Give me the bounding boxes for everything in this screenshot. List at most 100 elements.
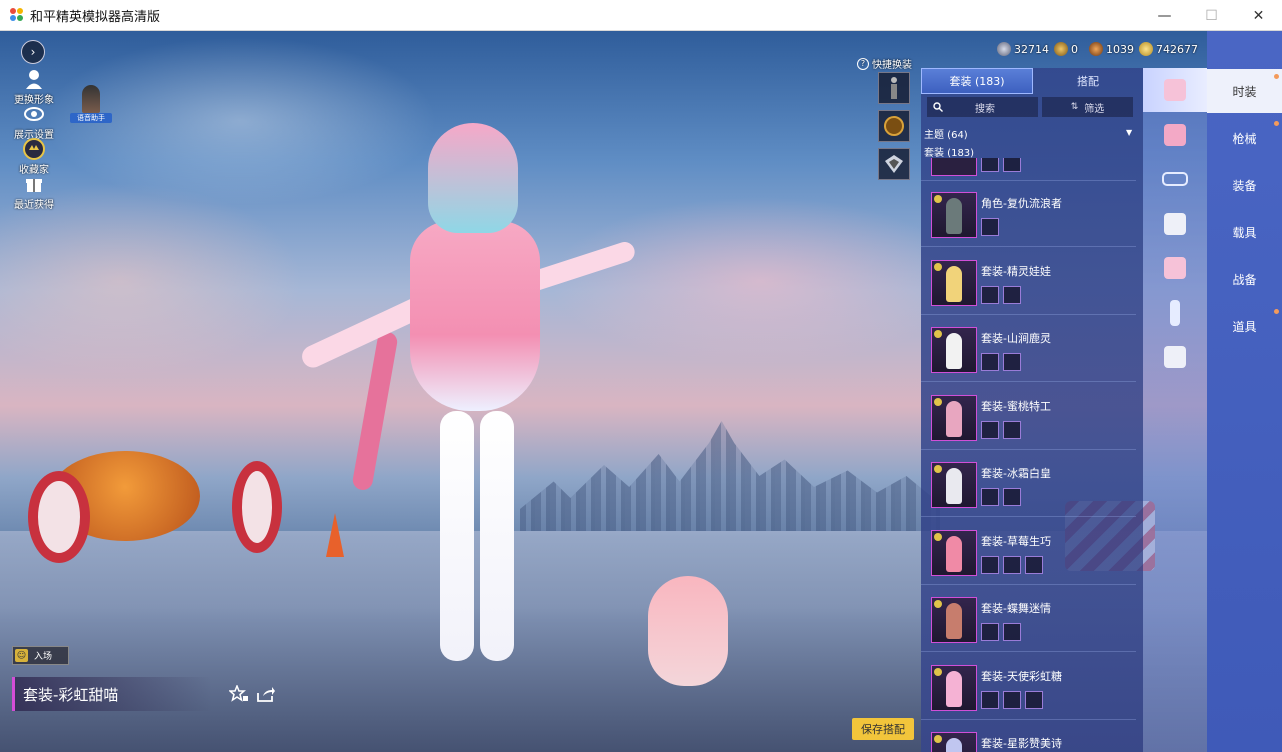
outfit-piece-icon[interactable] xyxy=(1025,690,1043,709)
quick-change-label[interactable]: ? 快捷换装 xyxy=(857,56,912,71)
list-item[interactable]: 套装-精灵娃娃 xyxy=(921,248,1136,315)
sub-category-item[interactable] xyxy=(1143,157,1207,201)
token-coin-icon xyxy=(1054,42,1068,56)
sub-category-item[interactable] xyxy=(1143,202,1207,246)
main-category-tab[interactable]: 时装 xyxy=(1207,69,1282,113)
smile-icon xyxy=(934,195,942,203)
smile-icon xyxy=(934,667,942,676)
outfit-pieces xyxy=(981,623,1021,641)
list-item[interactable]: 角色-复仇流浪者 xyxy=(921,180,1136,247)
sub-category-item[interactable] xyxy=(1143,68,1207,112)
main-category-label: 装备 xyxy=(1232,178,1257,193)
currency-bronze[interactable]: 1039 xyxy=(1089,40,1134,58)
currency-silver[interactable]: 32714 xyxy=(997,40,1049,58)
glasses-icon xyxy=(1162,172,1188,186)
list-item-partial[interactable] xyxy=(921,158,1136,181)
smile-icon xyxy=(934,262,942,271)
pet-companion[interactable] xyxy=(648,576,728,686)
filter-label: 筛选 xyxy=(1084,103,1105,115)
left-menu-change-appearance[interactable]: 更换形象 xyxy=(6,68,62,106)
category-outfits[interactable]: 套装 (183) xyxy=(924,144,974,159)
list-item[interactable]: 套装-冰霜白皇 xyxy=(921,450,1136,517)
sub-category-item[interactable] xyxy=(1143,335,1207,379)
category-theme[interactable]: 主题 (64) xyxy=(924,126,968,141)
outfit-piece-icon[interactable] xyxy=(1003,623,1021,641)
voice-assistant-button[interactable]: 语音助手 xyxy=(70,85,112,123)
tab-mix-match[interactable]: 搭配 xyxy=(1033,68,1143,94)
outfit-piece-icon[interactable] xyxy=(981,420,999,439)
currency-gold[interactable]: 742677 xyxy=(1139,40,1198,58)
outfit-name: 套装-蝶舞迷情 xyxy=(981,602,1051,615)
outfit-thumbnail xyxy=(931,327,977,373)
filter-button[interactable]: ⇅ 筛选 xyxy=(1042,97,1133,117)
tab-outfits[interactable]: 套装 (183) xyxy=(921,68,1033,94)
outfit-figure xyxy=(946,333,962,369)
outfit-piece-icon[interactable] xyxy=(1003,690,1021,709)
outfit-piece-icon[interactable] xyxy=(981,488,999,506)
currency-token[interactable]: 0 xyxy=(1054,40,1078,58)
main-category-tab[interactable]: 装备 xyxy=(1207,163,1282,207)
sub-category-item[interactable] xyxy=(1143,113,1207,157)
search-icon xyxy=(933,102,943,112)
entrance-badge[interactable]: ☺ 入场 xyxy=(12,646,69,665)
dropdown-arrow-icon[interactable]: ▼ xyxy=(1126,128,1132,137)
outfit-piece-icon[interactable] xyxy=(981,218,999,236)
search-input[interactable]: 搜索 xyxy=(927,97,1038,117)
outfit-piece-icon[interactable] xyxy=(1003,488,1021,506)
list-item[interactable]: 套装-蜜桃特工 xyxy=(921,383,1136,450)
favorite-button[interactable] xyxy=(228,683,250,705)
app-logo-icon xyxy=(10,8,24,22)
minimize-button[interactable]: — xyxy=(1141,0,1188,31)
bronze-coin-icon xyxy=(1089,42,1103,56)
outfit-piece-icon[interactable] xyxy=(1003,420,1021,439)
outfit-piece-icon[interactable] xyxy=(981,555,999,574)
outfit-pieces xyxy=(981,420,1021,439)
sub-category-item[interactable] xyxy=(1143,246,1207,290)
outfit-piece-icon[interactable] xyxy=(981,623,999,641)
left-menu-recently-obtained[interactable]: 最近获得 xyxy=(6,173,62,211)
sub-category-item[interactable] xyxy=(1143,291,1207,335)
main-category-label: 战备 xyxy=(1232,272,1257,287)
save-outfit-button[interactable]: 保存搭配 xyxy=(852,718,914,740)
outfit-figure xyxy=(946,400,962,437)
outfit-figure xyxy=(946,603,962,639)
search-filter-row: 搜索 ⇅ 筛选 xyxy=(927,97,1133,117)
list-item[interactable]: 套装-草莓生巧 xyxy=(921,518,1136,585)
outfit-figure xyxy=(946,198,962,234)
character-body[interactable] xyxy=(410,221,540,411)
main-category-tab[interactable]: 载具 xyxy=(1207,210,1282,254)
maximize-button[interactable]: ☐ xyxy=(1188,0,1235,31)
expand-left-menu-button[interactable]: › xyxy=(21,40,45,64)
quick-slot-character[interactable] xyxy=(878,72,910,104)
outfit-piece-icon[interactable] xyxy=(1003,353,1021,371)
list-item[interactable]: 套装-天使彩虹糖 xyxy=(921,653,1136,720)
close-window-button[interactable]: ✕ xyxy=(1235,0,1282,31)
main-category-tab[interactable]: 道具 xyxy=(1207,304,1282,348)
outfit-piece-icon[interactable] xyxy=(1025,555,1043,574)
quick-slot-badge[interactable] xyxy=(878,110,910,142)
share-button[interactable] xyxy=(255,683,277,705)
main-category-tab[interactable]: 战备 xyxy=(1207,257,1282,301)
list-item[interactable]: 套装-星影赞美诗 xyxy=(921,720,1136,752)
collector-badge-icon xyxy=(23,138,45,160)
left-menu-label: 最近获得 xyxy=(14,200,54,211)
character-head[interactable] xyxy=(428,123,518,233)
outfit-piece-icon[interactable] xyxy=(981,353,999,371)
outfit-piece-icon[interactable] xyxy=(981,690,999,709)
quick-slot-emblem[interactable] xyxy=(878,148,910,180)
list-item[interactable]: 套装-山涧鹿灵 xyxy=(921,315,1136,382)
outfit-name: 套装-天使彩虹糖 xyxy=(981,669,1062,683)
main-category-tab[interactable]: 枪械 xyxy=(1207,116,1282,160)
badge-slot-icon xyxy=(884,116,904,136)
shoes-icon xyxy=(1164,346,1186,368)
outfit-piece-icon[interactable] xyxy=(981,285,999,304)
list-item[interactable]: 套装-蝶舞迷情 xyxy=(921,585,1136,652)
outfit-piece-icon[interactable] xyxy=(1003,555,1021,574)
left-menu-collector[interactable]: 收藏家 xyxy=(6,138,62,176)
outfit-piece-icon[interactable] xyxy=(1003,285,1021,304)
outfit-thumbnail xyxy=(931,394,977,441)
left-menu-display-settings[interactable]: 展示设置 xyxy=(6,103,62,141)
costume-icon xyxy=(1164,257,1186,279)
title-bar: 和平精英模拟器高清版 — ☐ ✕ xyxy=(0,0,1282,31)
main-category-label: 时装 xyxy=(1232,84,1257,99)
